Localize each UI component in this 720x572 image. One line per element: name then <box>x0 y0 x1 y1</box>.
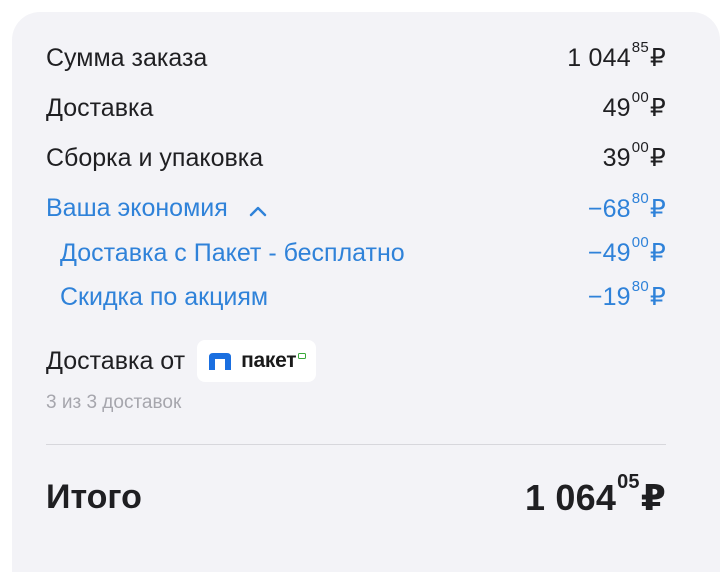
packaging-price: 39 00 ₽ <box>602 140 666 172</box>
total-label: Итого <box>46 478 142 516</box>
savings-cents: 80 <box>631 189 649 207</box>
delivery-provider-label: Доставка от <box>46 346 186 375</box>
delivery-count: 3 из 3 доставок <box>46 392 182 413</box>
total-price: 1 064 05 ₽ <box>525 472 666 518</box>
savings-toggle[interactable]: Ваша экономия −68 80 ₽ <box>46 191 666 226</box>
promo-discount-price: −19 80 ₽ <box>587 279 666 311</box>
paket-logo-icon <box>207 351 233 371</box>
savings-currency: ₽ <box>649 194 666 223</box>
promo-discount-cents: 80 <box>631 277 649 295</box>
paket-brand-name: пакет <box>241 349 297 372</box>
total-currency: ₽ <box>640 476 666 518</box>
total-row: Итого 1 064 05 ₽ <box>46 472 666 518</box>
order-sum-row: Сумма заказа 1 044 85 ₽ <box>46 40 666 75</box>
divider <box>46 444 666 445</box>
packaging-row: Сборка и упаковка 39 00 ₽ <box>46 140 666 175</box>
paket-trademark-icon <box>298 352 307 361</box>
promo-discount-currency: ₽ <box>649 282 666 311</box>
paket-badge[interactable]: пакет <box>197 340 317 382</box>
savings-label: Ваша экономия <box>46 194 228 223</box>
total-cents: 05 <box>617 470 640 493</box>
delivery-row: Доставка 49 00 ₽ <box>46 90 666 125</box>
packaging-cents: 00 <box>631 138 649 156</box>
chevron-up-icon <box>249 195 267 224</box>
delivery-currency: ₽ <box>649 93 666 122</box>
free-delivery-main: −49 <box>587 238 631 267</box>
free-delivery-cents: 00 <box>631 233 649 251</box>
order-sum-price: 1 044 85 ₽ <box>567 40 666 72</box>
delivery-label: Доставка <box>46 93 154 122</box>
delivery-price: 49 00 ₽ <box>602 90 666 122</box>
savings-item-free-delivery: Доставка с Пакет - бесплатно −49 00 ₽ <box>60 235 666 270</box>
savings-price: −68 80 ₽ <box>587 191 666 223</box>
packaging-currency: ₽ <box>649 143 666 172</box>
order-sum-cents: 85 <box>631 38 649 56</box>
savings-main: −68 <box>587 194 631 223</box>
delivery-cents: 00 <box>631 88 649 106</box>
promo-discount-label: Скидка по акциям <box>60 282 269 311</box>
free-delivery-currency: ₽ <box>649 238 666 267</box>
packaging-main: 39 <box>602 143 631 172</box>
delivery-main: 49 <box>602 93 631 122</box>
order-sum-label: Сумма заказа <box>46 43 208 72</box>
promo-discount-main: −19 <box>587 282 631 311</box>
free-delivery-label: Доставка с Пакет - бесплатно <box>60 238 405 267</box>
savings-item-promo-discount: Скидка по акциям −19 80 ₽ <box>60 279 666 314</box>
order-sum-main: 1 044 <box>567 43 631 72</box>
packaging-label: Сборка и упаковка <box>46 143 264 172</box>
total-main: 1 064 <box>525 476 617 518</box>
free-delivery-price: −49 00 ₽ <box>587 235 666 267</box>
delivery-provider: Доставка от пакет <box>46 340 317 382</box>
order-sum-currency: ₽ <box>649 43 666 72</box>
savings-label-wrap: Ваша экономия <box>46 194 267 224</box>
